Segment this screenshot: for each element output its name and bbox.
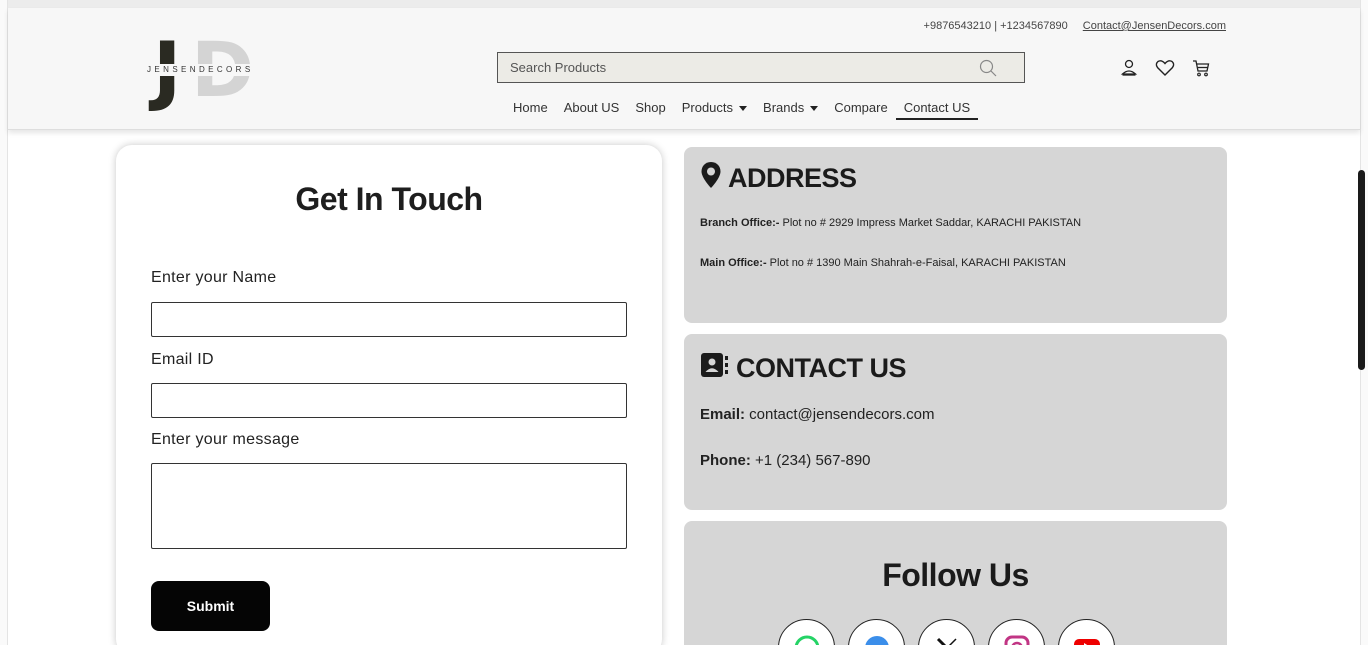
message-label: Enter your message — [151, 431, 300, 448]
address-book-icon — [700, 352, 730, 385]
x-icon[interactable] — [918, 619, 975, 645]
email-label: Email ID — [151, 351, 214, 368]
email-input[interactable] — [151, 383, 627, 418]
message-textarea[interactable] — [151, 463, 627, 549]
header-email-link[interactable]: Contact@JensenDecors.com — [1083, 20, 1226, 32]
nav-about-us[interactable]: About US — [556, 98, 628, 122]
wishlist-heart-icon[interactable] — [1154, 57, 1176, 79]
instagram-icon[interactable] — [988, 619, 1045, 645]
whatsapp-icon[interactable] — [778, 619, 835, 645]
window-left-edge — [0, 0, 8, 645]
site-logo[interactable]: J D JENSENDECORS — [145, 32, 265, 108]
nav-contact-us[interactable]: Contact US — [895, 98, 979, 120]
social-links — [778, 619, 1115, 645]
nav-brands[interactable]: Brands — [755, 98, 826, 122]
youtube-icon[interactable] — [1058, 619, 1115, 645]
form-title: Get In Touch — [295, 181, 483, 217]
address-card: ADDRESS Branch Office:- Plot no # 2929 I… — [684, 147, 1227, 323]
nav-shop[interactable]: Shop — [627, 98, 673, 122]
chevron-down-icon — [810, 106, 819, 111]
name-input[interactable] — [151, 302, 627, 337]
top-contact-bar: +9876543210 | +1234567890 Contact@Jensen… — [924, 20, 1226, 32]
name-label: Enter your Name — [151, 269, 277, 286]
user-icon[interactable] — [1118, 57, 1140, 79]
nav-home[interactable]: Home — [505, 98, 556, 122]
nav-products[interactable]: Products — [674, 98, 755, 122]
search-icon[interactable] — [978, 58, 998, 78]
cart-icon[interactable] — [1190, 57, 1212, 79]
contact-email: Email: contact@jensendecors.com — [700, 406, 935, 423]
main-nav: Home About US Shop Products Brands Compa… — [505, 98, 979, 122]
branch-office: Branch Office:- Plot no # 2929 Impress M… — [700, 217, 1082, 229]
contact-phone: Phone: +1 (234) 567-890 — [700, 452, 871, 469]
search-input[interactable] — [498, 53, 978, 82]
header-actions — [1118, 57, 1212, 79]
window-top-edge — [0, 0, 1368, 8]
contact-heading: CONTACT US — [700, 352, 907, 385]
nav-compare[interactable]: Compare — [826, 98, 895, 122]
chevron-down-icon — [739, 106, 748, 111]
page-scrollbar[interactable] — [1358, 170, 1365, 370]
site-header: J D JENSENDECORS +9876543210 | +12345678… — [8, 8, 1360, 130]
phone-numbers: +9876543210 | +1234567890 — [923, 20, 1068, 32]
follow-us-card: Follow Us — [684, 521, 1227, 645]
contact-form-card: Get In Touch Enter your Name Email ID En… — [116, 145, 662, 645]
address-heading: ADDRESS — [700, 161, 857, 196]
submit-button[interactable]: Submit — [151, 581, 270, 631]
facebook-icon[interactable] — [848, 619, 905, 645]
search-bar — [497, 52, 1025, 83]
logo-wordmark: JENSENDECORS — [147, 65, 254, 74]
main-office: Main Office:- Plot no # 1390 Main Shahra… — [700, 257, 1066, 269]
follow-title: Follow Us — [882, 557, 1029, 593]
map-pin-icon — [700, 161, 722, 196]
contact-card: CONTACT US Email: contact@jensendecors.c… — [684, 334, 1227, 510]
